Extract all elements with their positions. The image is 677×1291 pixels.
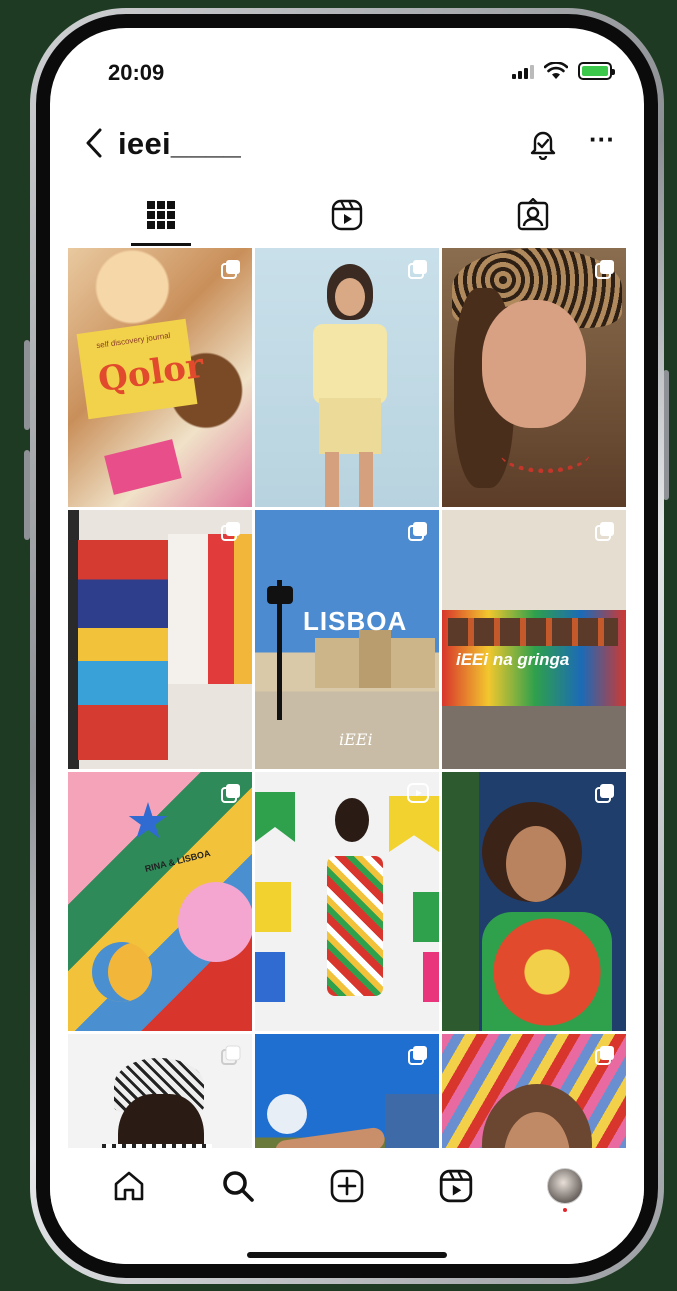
grid-icon <box>147 201 175 229</box>
nav-home[interactable] <box>99 1156 159 1216</box>
leg-shape <box>359 452 373 507</box>
carousel-icon <box>595 784 614 803</box>
status-time: 20:09 <box>108 60 165 85</box>
post-tile[interactable] <box>255 1034 439 1148</box>
post-tile[interactable] <box>442 1034 626 1148</box>
necklace-shape <box>500 433 590 473</box>
nav-reels[interactable] <box>426 1156 486 1216</box>
profile-tabs <box>68 186 626 246</box>
pink-box-shape <box>104 439 182 495</box>
carousel-icon <box>221 784 240 803</box>
bunting-flag-shape <box>389 796 439 852</box>
more-options-icon[interactable]: ··· <box>582 124 622 158</box>
bottom-navigation <box>50 1148 644 1264</box>
status-icons <box>512 62 615 80</box>
carousel-icon <box>595 260 614 279</box>
bunting-flag-shape <box>255 952 285 1002</box>
wifi-icon <box>544 62 568 79</box>
post-tile[interactable]: RINA & LISBOA <box>68 772 252 1031</box>
floral-top-shape <box>482 912 612 1031</box>
post-text-lisboa: LISBOA <box>303 606 408 636</box>
status-bar: 20:09 <box>50 54 644 94</box>
post-tile[interactable] <box>68 510 252 769</box>
cloud-shape <box>267 1094 307 1134</box>
notification-dot <box>563 1208 568 1212</box>
carousel-icon <box>595 522 614 541</box>
carousel-icon <box>408 260 427 279</box>
battery-level <box>582 66 608 76</box>
shorts-shape <box>319 398 381 454</box>
signal-icon <box>512 63 534 79</box>
post-tile[interactable] <box>68 1034 252 1148</box>
profile-avatar <box>547 1168 584 1204</box>
post-logo: iEEi <box>339 730 373 749</box>
tab-tagged[interactable] <box>440 186 626 244</box>
post-tile[interactable]: iEEi na gringa <box>442 510 626 769</box>
battery-icon <box>578 62 615 80</box>
phone-bezel: 20:09 ieei____ ··· Qolor self discovery … <box>36 14 658 1278</box>
lamp-shape <box>267 586 293 604</box>
post-tile[interactable]: Qolor self discovery journal <box>68 248 252 507</box>
hair-shape <box>118 1094 204 1148</box>
face-shape <box>335 278 365 316</box>
post-text-gringa: iEEi na gringa <box>456 650 570 669</box>
tab-posts-grid[interactable] <box>68 186 254 246</box>
tshirt-shape <box>234 534 252 684</box>
star-shape <box>128 802 168 839</box>
bunting-flag-shape <box>423 952 439 1002</box>
nav-search[interactable] <box>208 1156 268 1216</box>
carousel-icon <box>221 522 240 541</box>
tram-windows-shape <box>448 618 618 646</box>
carousel-icon <box>595 1046 614 1065</box>
post-tile[interactable] <box>442 248 626 507</box>
post-tile[interactable] <box>255 772 439 1031</box>
flower-shape <box>178 882 252 962</box>
moon-shape <box>92 942 152 1002</box>
tshirt-shape <box>168 534 208 684</box>
profile-header: ieei____ ··· <box>50 118 644 168</box>
face-shape <box>482 300 586 428</box>
bunting-flag-shape <box>413 892 439 942</box>
post-text-rina: RINA & LISBOA <box>143 848 212 874</box>
profile-username[interactable]: ieei____ <box>118 126 241 162</box>
denim-shape <box>385 1094 439 1148</box>
bunting-flag-shape <box>255 792 295 842</box>
tagged-user-icon <box>517 198 549 231</box>
carousel-icon <box>221 1045 241 1065</box>
arch-shape <box>359 630 391 688</box>
hair-shape <box>335 798 369 842</box>
bunting-flag-shape <box>255 882 291 932</box>
sweater-shape <box>78 540 168 760</box>
tab-reels[interactable] <box>254 186 440 244</box>
carousel-icon <box>221 260 240 279</box>
phone-screen: 20:09 ieei____ ··· Qolor self discovery … <box>50 28 644 1264</box>
search-icon <box>222 1171 254 1202</box>
post-tile[interactable] <box>442 772 626 1031</box>
post-tile[interactable] <box>255 248 439 507</box>
carousel-icon <box>408 1046 427 1065</box>
face-shape <box>506 826 566 902</box>
carousel-icon <box>408 522 427 541</box>
tshirt-shape <box>208 534 234 684</box>
home-indicator <box>247 1252 447 1258</box>
nav-create[interactable] <box>317 1156 377 1216</box>
home-icon <box>114 1171 143 1201</box>
reel-icon <box>407 783 429 803</box>
back-arrow-icon[interactable] <box>80 126 110 160</box>
post-tile[interactable]: LISBOA iEEi <box>255 510 439 769</box>
phone-frame: 20:09 ieei____ ··· Qolor self discovery … <box>30 8 664 1284</box>
leg-shape <box>325 452 339 507</box>
reels-icon <box>331 199 363 231</box>
notification-bell-icon[interactable] <box>526 126 560 160</box>
shirt-shape <box>313 324 387 404</box>
posts-grid: Qolor self discovery journal LISBOA iEEi… <box>68 248 626 1148</box>
nav-profile[interactable] <box>535 1156 595 1216</box>
reels-icon <box>439 1169 473 1203</box>
dress-shape <box>327 856 383 996</box>
add-post-icon <box>330 1169 364 1203</box>
